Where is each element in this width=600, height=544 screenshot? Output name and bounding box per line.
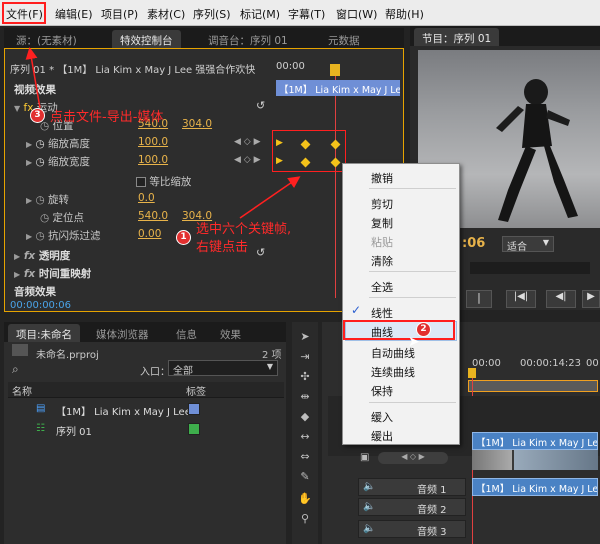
- step-badge-3: 3: [30, 108, 45, 123]
- note-select-keyframes: 选中六个关键帧,: [196, 222, 292, 237]
- note-export: 点击文件-导出-媒体: [50, 110, 164, 125]
- step-badge-2: 2: [416, 322, 431, 337]
- arrow-to-keyframes: [239, 176, 301, 219]
- annotation-arrows: [25, 47, 301, 219]
- step-badge-1: 1: [176, 230, 191, 245]
- note-right-click: 右键点击: [196, 240, 249, 255]
- arrow-to-file-menu: [25, 47, 41, 109]
